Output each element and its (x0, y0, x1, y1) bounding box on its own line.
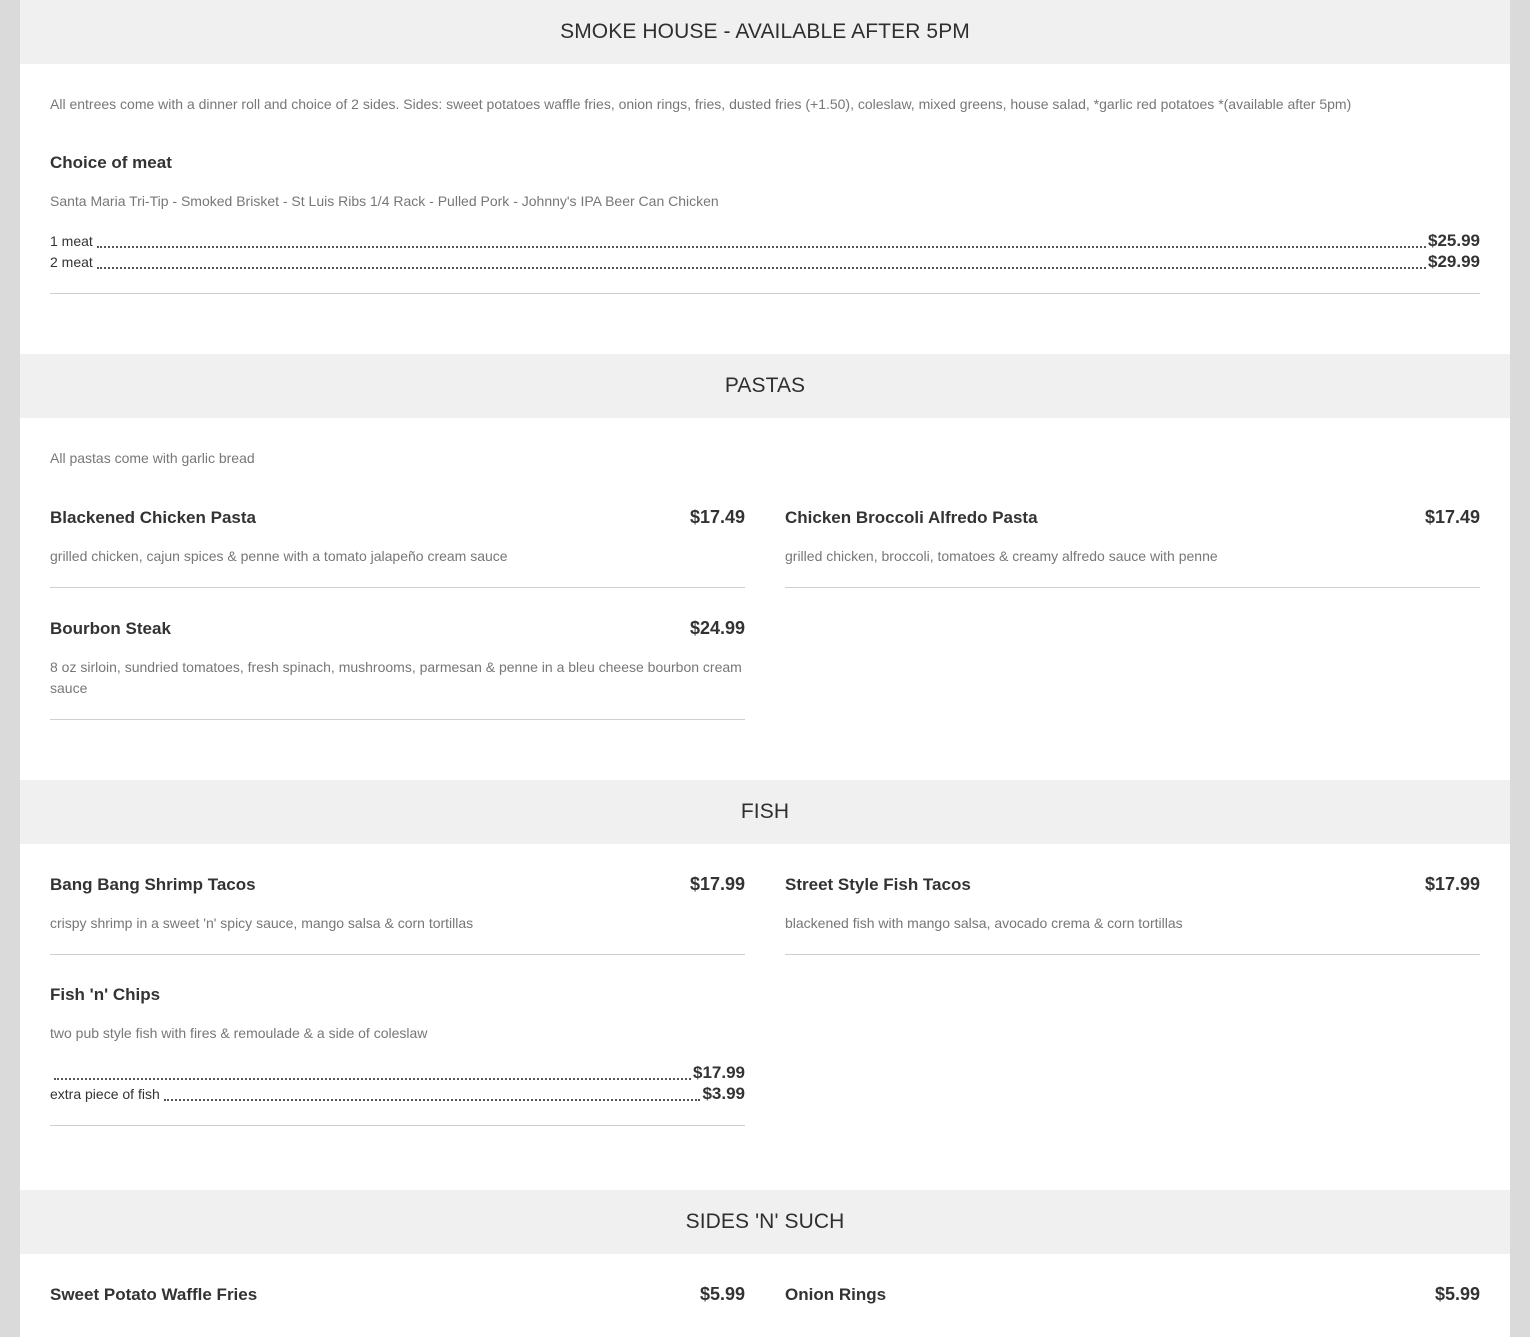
menu-item-name: Street Style Fish Tacos (785, 875, 971, 894)
price-value: $25.99 (1428, 231, 1480, 250)
menu-item-desc: 8 oz sirloin, sundried tomatoes, fresh s… (50, 659, 742, 696)
fish-grid: Bang Bang Shrimp Tacos $17.99 crispy shr… (50, 874, 1480, 955)
pastas-header: PASTAS (20, 354, 1510, 418)
menu-page: SMOKE HOUSE - AVAILABLE AFTER 5PM All en… (20, 0, 1510, 1337)
smokehouse-body: All entrees come with a dinner roll and … (20, 94, 1510, 294)
menu-card: Fish 'n' Chips two pub style fish with f… (50, 985, 745, 1126)
pastas-grid: Bourbon Steak $24.99 8 oz sirloin, sundr… (50, 618, 1480, 720)
menu-item-name: Blackened Chicken Pasta (50, 508, 256, 527)
price-value: $17.99 (693, 1063, 745, 1082)
sides-header: SIDES 'N' SUCH (20, 1190, 1510, 1254)
price-option-label: 2 meat (50, 254, 93, 270)
price-row: 2 meat $29.99 (50, 252, 1480, 273)
price-option-label: extra piece of fish (50, 1086, 160, 1102)
pastas-grid: Blackened Chicken Pasta $17.49 grilled c… (50, 507, 1480, 588)
empty-column (785, 985, 1480, 1126)
price-row: extra piece of fish $3.99 (50, 1084, 745, 1105)
empty-column (785, 618, 1480, 720)
menu-item-price: $17.99 (689, 874, 745, 894)
pastas-note: All pastas come with garlic bread (50, 450, 255, 466)
menu-item-desc: blackened fish with mango salsa, avocado… (785, 915, 1183, 931)
menu-item-price: $17.99 (1424, 874, 1480, 894)
sides-body: Sweet Potato Waffle Fries $5.99 Onion Ri… (20, 1284, 1510, 1305)
menu-item-desc: Santa Maria Tri-Tip - Smoked Brisket - S… (50, 193, 719, 209)
menu-item-name: Sweet Potato Waffle Fries (50, 1285, 258, 1304)
fish-grid: Fish 'n' Chips two pub style fish with f… (50, 985, 1480, 1126)
menu-item-price: $17.49 (1424, 507, 1480, 527)
dot-leader (163, 1099, 701, 1101)
menu-card: Street Style Fish Tacos $17.99 blackened… (785, 874, 1480, 955)
menu-card-head: Bang Bang Shrimp Tacos $17.99 (50, 874, 745, 895)
smokehouse-header: SMOKE HOUSE - AVAILABLE AFTER 5PM (20, 0, 1510, 64)
section-title-fish: FISH (740, 800, 790, 823)
menu-item-price: $5.99 (1434, 1284, 1480, 1304)
menu-item-desc: crispy shrimp in a sweet 'n' spicy sauce… (50, 915, 474, 931)
menu-item-name: Choice of meat (50, 153, 172, 172)
price-value: $3.99 (702, 1084, 745, 1103)
price-option-label: 1 meat (50, 233, 93, 249)
divider (50, 719, 745, 720)
divider (785, 587, 1480, 588)
price-value: $29.99 (1428, 252, 1480, 271)
menu-item-name: Fish 'n' Chips (50, 985, 161, 1004)
divider (50, 293, 1480, 294)
divider (50, 587, 745, 588)
section-title-pastas: PASTAS (724, 374, 806, 397)
divider (785, 954, 1480, 955)
fish-header: FISH (20, 780, 1510, 844)
menu-card: Blackened Chicken Pasta $17.49 grilled c… (50, 507, 745, 588)
menu-card-head: Onion Rings $5.99 (785, 1284, 1480, 1305)
menu-item-name: Bourbon Steak (50, 619, 171, 638)
menu-card-head: Blackened Chicken Pasta $17.49 (50, 507, 745, 528)
menu-card-head: Sweet Potato Waffle Fries $5.99 (50, 1284, 745, 1305)
menu-item-name: Onion Rings (785, 1285, 887, 1304)
menu-item-name: Chicken Broccoli Alfredo Pasta (785, 508, 1038, 527)
divider (50, 1125, 745, 1126)
fish-body: Bang Bang Shrimp Tacos $17.99 crispy shr… (20, 874, 1510, 1126)
dot-leader (54, 1078, 691, 1080)
menu-card: Sweet Potato Waffle Fries $5.99 (50, 1284, 745, 1305)
menu-card-head: Bourbon Steak $24.99 (50, 618, 745, 639)
menu-item-price: $17.49 (689, 507, 745, 527)
dot-leader (96, 246, 1426, 248)
menu-item-desc: grilled chicken, cajun spices & penne wi… (50, 548, 508, 564)
menu-card: Bourbon Steak $24.99 8 oz sirloin, sundr… (50, 618, 745, 720)
price-row: 1 meat $25.99 (50, 231, 1480, 252)
price-row: $17.99 (50, 1063, 745, 1084)
pastas-body: All pastas come with garlic bread Blacke… (20, 448, 1510, 720)
divider (50, 954, 745, 955)
menu-item-price: $24.99 (689, 618, 745, 638)
menu-item-desc: grilled chicken, broccoli, tomatoes & cr… (785, 548, 1218, 564)
section-title-smokehouse: SMOKE HOUSE - AVAILABLE AFTER 5PM (560, 20, 970, 43)
menu-card-head: Street Style Fish Tacos $17.99 (785, 874, 1480, 895)
price-list: $17.99 extra piece of fish $3.99 (50, 1063, 745, 1105)
section-title-sides: SIDES 'N' SUCH (685, 1210, 845, 1233)
menu-card-head: Chicken Broccoli Alfredo Pasta $17.49 (785, 507, 1480, 528)
dot-leader (96, 267, 1426, 269)
smokehouse-note: All entrees come with a dinner roll and … (50, 96, 1352, 112)
menu-card: Chicken Broccoli Alfredo Pasta $17.49 gr… (785, 507, 1480, 588)
menu-card: Onion Rings $5.99 (785, 1284, 1480, 1305)
sides-grid: Sweet Potato Waffle Fries $5.99 Onion Ri… (50, 1284, 1480, 1305)
menu-item-price: $5.99 (699, 1284, 745, 1304)
menu-item-name: Bang Bang Shrimp Tacos (50, 875, 256, 894)
menu-item-desc: two pub style fish with fires & remoulad… (50, 1025, 428, 1041)
price-list: 1 meat $25.99 2 meat $29.99 (50, 231, 1480, 273)
menu-card: Bang Bang Shrimp Tacos $17.99 crispy shr… (50, 874, 745, 955)
